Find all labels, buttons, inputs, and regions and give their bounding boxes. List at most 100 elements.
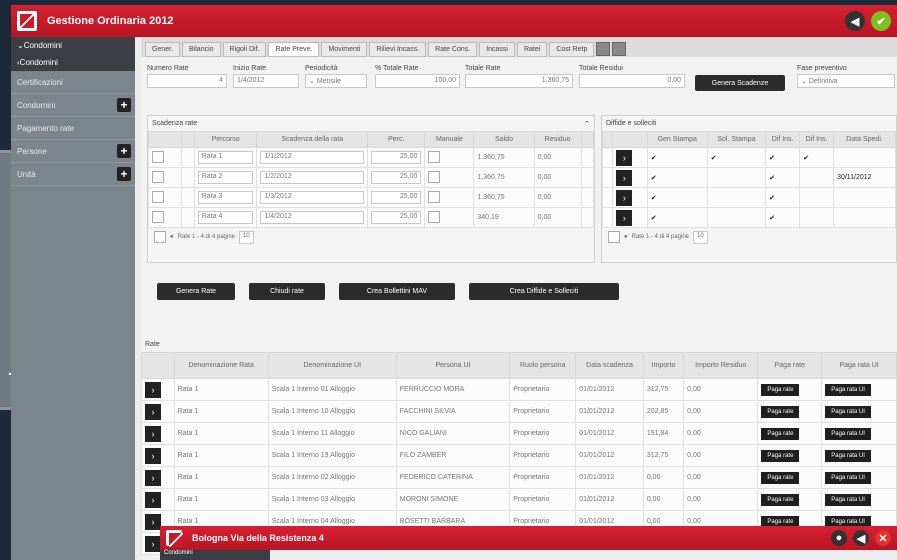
tab[interactable]: Gener. [145, 42, 181, 57]
solleciti-pager-checkbox[interactable] [608, 231, 620, 243]
row-checkbox[interactable] [152, 190, 164, 203]
rate-row: › Rata 1 Scala 1 Interno 11 Alloggio NICO G… [141, 422, 897, 445]
expand-arrow-icon[interactable]: › [145, 447, 161, 464]
rate-persona-cell: NICO GALIANI [395, 422, 511, 445]
rata-name-input[interactable]: Rata 1 [197, 151, 254, 164]
rata-name-input[interactable]: Rata 4 [197, 211, 254, 224]
action-button[interactable]: Genera Rate [157, 283, 235, 300]
check-cell: ✔ [765, 167, 801, 188]
action-button[interactable]: Chiudi rate [249, 283, 325, 300]
sidebar-item[interactable]: Persone + [11, 140, 135, 163]
tab-scroll-left-icon[interactable] [596, 42, 611, 56]
expand-arrow-icon[interactable]: › [145, 513, 161, 530]
action-button[interactable]: Crea Bollettini MAV [339, 283, 455, 300]
sidebar-item[interactable]: Unità + [11, 163, 135, 186]
empty-cell [580, 167, 595, 188]
back-icon[interactable]: ◀ [845, 11, 865, 31]
paga-rate-button[interactable]: Paga rate [761, 449, 800, 462]
sidebar-item[interactable]: ‹ Condomini [11, 54, 135, 71]
rata-perc-input[interactable]: 25,00 [371, 211, 422, 224]
manuale-checkbox[interactable] [428, 150, 441, 163]
empty-cell [181, 207, 195, 228]
rata-date-input[interactable]: 1/3/2012 [260, 191, 365, 204]
tab[interactable]: Bilancio [182, 42, 221, 57]
tab[interactable]: Movimenti [321, 42, 368, 57]
expand-arrow-icon[interactable]: › [145, 469, 161, 486]
rata-date-input[interactable]: 1/2/2012 [260, 171, 365, 184]
sidebar-item[interactable]: ⌄ Condomini [11, 37, 135, 54]
confirm-icon[interactable]: ✔ [871, 11, 891, 31]
solleciti-page-size[interactable]: 10 [693, 230, 708, 244]
paga-rata-ui-button[interactable]: Paga rata UI [825, 449, 871, 462]
paga-rata-ui-button[interactable]: Paga rata UI [825, 493, 871, 506]
rata-name-input[interactable]: Rata 3 [197, 191, 254, 204]
tab[interactable]: Rate Preve. [268, 42, 320, 57]
rate-col-header: Denominazione Rata [173, 352, 269, 379]
paga-rata-ui-button[interactable]: Paga rata UI [825, 471, 871, 484]
close-icon[interactable]: ✕ [875, 530, 891, 546]
scadenze-page-size[interactable]: 10 [239, 230, 254, 244]
rata-perc-input[interactable]: 25,00 [371, 191, 422, 204]
app-logo-icon [166, 530, 183, 547]
tab[interactable]: Incassi [479, 42, 515, 57]
scadenze-pager-checkbox[interactable] [154, 231, 166, 243]
manuale-checkbox[interactable] [428, 190, 441, 203]
rata-date-input[interactable]: 1/1/2012 [260, 151, 365, 164]
inizio-rate-input[interactable]: 1/4/2012 [233, 74, 299, 88]
expand-arrow-icon[interactable]: › [616, 189, 633, 206]
sidebar-item[interactable]: Condomini + [11, 94, 135, 117]
row-checkbox[interactable] [152, 150, 164, 163]
rate-ruolo-cell: Proprietario [509, 378, 577, 401]
pin-icon[interactable]: ● [831, 530, 847, 546]
row-checkbox[interactable] [152, 170, 164, 183]
saldo-cell: 1.360,75 [473, 147, 535, 168]
sub-window-sidebar-label: Condomini [160, 550, 270, 560]
tab[interactable]: Rate Cons. [428, 42, 478, 57]
rata-perc-input[interactable]: 25,00 [371, 151, 422, 164]
expand-arrow-icon[interactable]: › [145, 535, 161, 552]
paga-rate-button[interactable]: Paga rate [761, 383, 800, 396]
scadenze-col-header: Perc. [367, 131, 426, 148]
tab-scroll-right-icon[interactable] [612, 42, 627, 56]
rata-date-input[interactable]: 1/4/2012 [260, 211, 365, 224]
rate-date-cell: 01/01/2012 [575, 378, 644, 401]
paga-rate-button[interactable]: Paga rate [761, 427, 800, 440]
paga-rata-ui-button[interactable]: Paga rata UI [825, 405, 871, 418]
paga-rate-button[interactable]: Paga rate [761, 493, 800, 506]
manuale-checkbox[interactable] [428, 210, 441, 223]
add-icon[interactable]: + [117, 144, 131, 158]
row-checkbox[interactable] [152, 210, 164, 223]
tab[interactable]: Ratei [516, 42, 548, 57]
rata-name-input[interactable]: Rata 2 [197, 171, 254, 184]
genera-scadenze-button[interactable]: Genera Scadenze [695, 75, 785, 91]
paga-rata-ui-button[interactable]: Paga rata UI [825, 383, 871, 396]
tab[interactable]: Rilievi Incass. [369, 42, 427, 57]
expand-arrow-icon[interactable]: › [616, 169, 633, 186]
add-icon[interactable]: + [117, 98, 131, 112]
back-icon[interactable]: ◀ [853, 530, 869, 546]
numero-rate-input[interactable]: 4 [147, 74, 227, 88]
expand-arrow-icon[interactable]: › [145, 491, 161, 508]
tab[interactable]: Rigoli Dif. [222, 42, 267, 57]
manuale-checkbox[interactable] [428, 170, 441, 183]
expand-arrow-icon[interactable]: › [616, 209, 633, 226]
sidebar-item[interactable]: Pagamento rate [11, 117, 135, 140]
rata-name-cell: Rata 4 [193, 207, 258, 228]
sidebar-item[interactable]: Certificazioni [11, 71, 135, 94]
sub-window-strip: Condomini [160, 550, 897, 560]
tab[interactable]: Cost Retp [549, 42, 595, 57]
expand-arrow-icon[interactable]: › [145, 403, 161, 420]
paga-rata-ui-button[interactable]: Paga rata UI [825, 427, 871, 440]
collapse-icon[interactable]: ⌃ [584, 120, 590, 128]
expand-arrow-icon[interactable]: › [616, 149, 633, 166]
paga-rate-button[interactable]: Paga rate [761, 471, 800, 484]
add-icon[interactable]: + [117, 167, 131, 181]
rate-persona-cell: FERRUCCIO MORA [395, 378, 511, 401]
expand-arrow-icon[interactable]: › [145, 381, 161, 398]
periodicita-select[interactable]: ⌄ Mensile [305, 74, 367, 88]
rata-perc-input[interactable]: 25,00 [371, 171, 422, 184]
action-button[interactable]: Crea Diffide e Solleciti [469, 283, 619, 300]
expand-arrow-icon[interactable]: › [145, 425, 161, 442]
fase-preventivo-select[interactable]: ⌄ Definitiva [797, 74, 895, 88]
paga-rate-button[interactable]: Paga rate [761, 405, 800, 418]
